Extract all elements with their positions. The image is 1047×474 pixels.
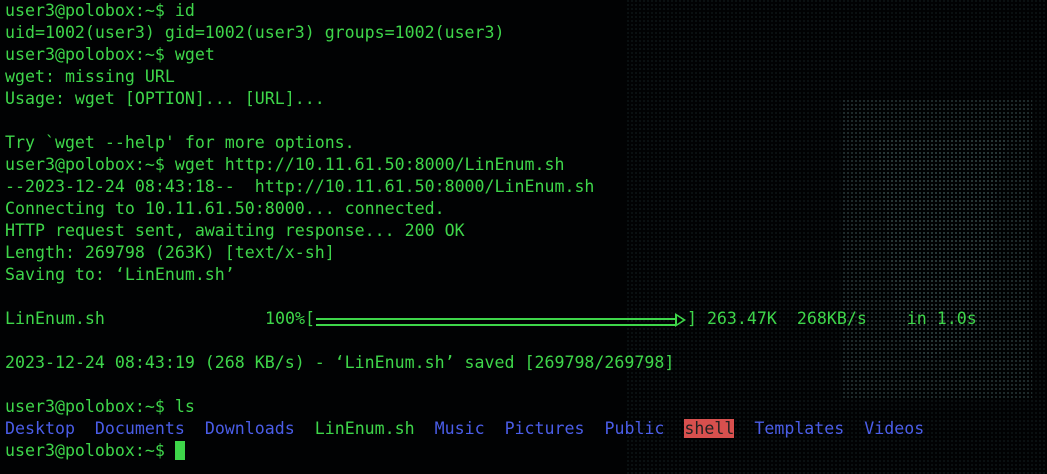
output-line: --2023-12-24 08:43:18-- http://10.11.61.… (5, 176, 1047, 198)
command-line: user3@polobox:~$ id (5, 0, 1047, 22)
output-text: --2023-12-24 08:43:18-- http://10.11.61.… (5, 177, 595, 196)
active-prompt-line[interactable]: user3@polobox:~$ (5, 440, 1047, 462)
progress-rate: 268KB/s (776, 309, 867, 328)
ls-output-line: Desktop Documents Downloads LinEnum.sh M… (5, 418, 1047, 440)
output-text: HTTP request sent, awaiting response... … (5, 221, 465, 240)
download-progress-line: LinEnum.sh 100%[] 263.47K 268KB/s in 1.0s (5, 308, 1047, 330)
output-line: Connecting to 10.11.61.50:8000... connec… (5, 198, 1047, 220)
ls-entry-templates[interactable]: Templates (754, 419, 844, 438)
terminal-output: user3@polobox:~$ id uid=1002(user3) gid=1… (5, 0, 1047, 474)
output-line: Length: 269798 (263K) [text/x-sh] (5, 242, 1047, 264)
progress-arrow-cut (676, 315, 683, 324)
command-text: wget http://10.11.61.50:8000/LinEnum.sh (174, 155, 565, 174)
ls-entry-music[interactable]: Music (435, 419, 485, 438)
ls-entry-documents[interactable]: Documents (95, 419, 185, 438)
output-text: Usage: wget [OPTION]... [URL]... (5, 89, 325, 108)
progress-filename: LinEnum.sh (5, 309, 105, 328)
command-text: id (174, 1, 195, 20)
progress-size: 263.47K (696, 309, 777, 328)
output-line: Usage: wget [OPTION]... [URL]... (5, 88, 1047, 110)
output-text: uid=1002(user3) gid=1002(user3) groups=1… (5, 23, 505, 42)
progress-close: ] (686, 309, 697, 328)
output-text: Try `wget --help' for more options. (5, 133, 355, 152)
output-text: Connecting to 10.11.61.50:8000... connec… (5, 199, 445, 218)
prompt-text: user3@polobox:~$ (5, 155, 175, 174)
output-line: wget: missing URL (5, 66, 1047, 88)
command-line: user3@polobox:~$ ls (5, 396, 1047, 418)
ls-entry-desktop[interactable]: Desktop (5, 419, 75, 438)
terminal-window[interactable]: user3@polobox:~$ id uid=1002(user3) gid=1… (0, 0, 1047, 474)
command-text: ls (174, 397, 195, 416)
progress-bar-fill (315, 317, 676, 326)
output-text: wget: missing URL (5, 67, 175, 86)
command-text: wget (174, 45, 215, 64)
output-text: Saving to: ‘LinEnum.sh’ (5, 265, 235, 284)
command-line: user3@polobox:~$ wget (5, 44, 1047, 66)
ls-entry-pictures[interactable]: Pictures (505, 419, 585, 438)
output-text: Length: 269798 (263K) [text/x-sh] (5, 243, 335, 262)
output-line: uid=1002(user3) gid=1002(user3) groups=1… (5, 22, 1047, 44)
ls-entry-linenum-sh[interactable]: LinEnum.sh (315, 419, 415, 438)
ls-entry-shell[interactable]: shell (684, 419, 735, 438)
output-line: HTTP request sent, awaiting response... … (5, 220, 1047, 242)
command-line: user3@polobox:~$ wget http://10.11.61.50… (5, 154, 1047, 176)
output-line: 2023-12-24 08:43:19 (268 KB/s) - ‘LinEnu… (5, 352, 1047, 374)
prompt-text: user3@polobox:~$ (5, 441, 175, 460)
progress-eta: in 1.0s (866, 309, 977, 328)
prompt-text: user3@polobox:~$ (5, 1, 175, 20)
output-text: 2023-12-24 08:43:19 (268 KB/s) - ‘LinEnu… (5, 353, 675, 372)
progress-percent: 100%[ (265, 309, 315, 328)
ls-entry-videos[interactable]: Videos (864, 419, 924, 438)
output-line: Try `wget --help' for more options. (5, 132, 1047, 154)
cursor[interactable] (174, 441, 185, 460)
prompt-text: user3@polobox:~$ (5, 397, 175, 416)
ls-entry-public[interactable]: Public (604, 419, 664, 438)
progress-bar (315, 312, 686, 327)
prompt-text: user3@polobox:~$ (5, 45, 175, 64)
output-line: Saving to: ‘LinEnum.sh’ (5, 264, 1047, 286)
ls-entry-downloads[interactable]: Downloads (205, 419, 295, 438)
